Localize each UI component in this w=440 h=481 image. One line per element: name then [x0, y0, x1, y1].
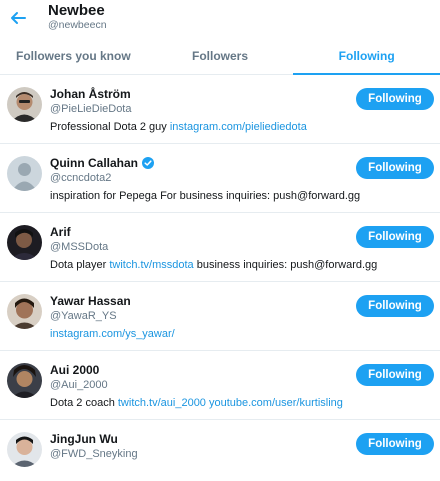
following-button[interactable]: Following [356, 226, 434, 248]
user-bio: Dota player twitch.tv/mssdota business i… [50, 259, 377, 271]
bio-link[interactable]: twitch.tv/mssdota [109, 259, 193, 271]
user-bio: Professional Dota 2 guy instagram.com/pi… [50, 121, 307, 133]
following-button[interactable]: Following [356, 295, 434, 317]
user-name[interactable]: JingJun Wu [50, 432, 118, 446]
user-handle[interactable]: @PieLieDieDota [50, 103, 132, 115]
bio-text: Dota 2 coach [50, 397, 118, 409]
verified-badge-icon [142, 157, 155, 169]
user-name-text[interactable]: JingJun Wu [50, 432, 118, 446]
user-name-text[interactable]: Arif [50, 225, 71, 239]
bio-text: Dota player [50, 259, 110, 271]
avatar[interactable] [7, 225, 42, 260]
profile-handle: @newbeecn [48, 19, 107, 31]
bio-link[interactable]: instagram.com/ys_yawar/ [50, 328, 175, 340]
user-name[interactable]: Johan Åström [50, 87, 131, 101]
user-name-text[interactable]: Yawar Hassan [50, 294, 131, 308]
following-button[interactable]: Following [356, 364, 434, 386]
bio-text-rest: business inquiries: push@forward.gg [193, 259, 378, 271]
user-handle[interactable]: @FWD_Sneyking [50, 448, 138, 460]
back-arrow-icon[interactable] [9, 9, 27, 27]
user-name[interactable]: Arif [50, 225, 71, 239]
profile-header: Newbee @newbeecn [0, 0, 440, 36]
user-name[interactable]: Yawar Hassan [50, 294, 131, 308]
user-handle[interactable]: @MSSDota [50, 241, 108, 253]
user-handle[interactable]: @ccncdota2 [50, 172, 111, 184]
bio-link[interactable]: instagram.com/pieliediedota [170, 121, 307, 133]
profile-title: Newbee [48, 2, 105, 19]
user-handle[interactable]: @YawaR_YS [50, 310, 117, 322]
avatar[interactable] [7, 156, 42, 191]
following-list: Johan Åström @PieLieDieDota Professional… [0, 75, 440, 481]
user-name[interactable]: Aui 2000 [50, 363, 99, 377]
avatar[interactable] [7, 87, 42, 122]
list-item[interactable]: Yawar Hassan @YawaR_YS instagram.com/ys_… [0, 282, 440, 351]
avatar[interactable] [7, 363, 42, 398]
user-handle[interactable]: @Aui_2000 [50, 379, 108, 391]
user-name-text[interactable]: Aui 2000 [50, 363, 99, 377]
user-name[interactable]: Quinn Callahan [50, 156, 155, 170]
bio-text: inspiration for Pepega For business inqu… [50, 190, 361, 202]
tab-followers-you-know[interactable]: Followers you know [0, 38, 147, 74]
avatar[interactable] [7, 432, 42, 467]
tab-following[interactable]: Following [293, 38, 440, 75]
avatar[interactable] [7, 294, 42, 329]
list-item[interactable]: Johan Åström @PieLieDieDota Professional… [0, 75, 440, 144]
list-item[interactable]: Aui 2000 @Aui_2000 Dota 2 coach twitch.t… [0, 351, 440, 420]
list-item[interactable]: Arif @MSSDota Dota player twitch.tv/mssd… [0, 213, 440, 282]
user-name-text[interactable]: Johan Åström [50, 87, 131, 101]
user-name-text[interactable]: Quinn Callahan [50, 156, 138, 170]
bio-link[interactable]: twitch.tv/aui_2000 youtube.com/user/kurt… [118, 397, 343, 409]
following-button[interactable]: Following [356, 88, 434, 110]
bio-text: Professional Dota 2 guy [50, 121, 170, 133]
user-bio: instagram.com/ys_yawar/ [50, 328, 175, 340]
tab-followers[interactable]: Followers [147, 38, 294, 74]
user-bio: Dota 2 coach twitch.tv/aui_2000 youtube.… [50, 397, 343, 409]
following-button[interactable]: Following [356, 433, 434, 455]
list-item[interactable]: JingJun Wu @FWD_Sneyking Following [0, 420, 440, 481]
list-item[interactable]: Quinn Callahan @ccncdota2 inspiration fo… [0, 144, 440, 213]
tab-bar: Followers you know Followers Following [0, 38, 440, 75]
following-button[interactable]: Following [356, 157, 434, 179]
user-bio: inspiration for Pepega For business inqu… [50, 190, 360, 202]
